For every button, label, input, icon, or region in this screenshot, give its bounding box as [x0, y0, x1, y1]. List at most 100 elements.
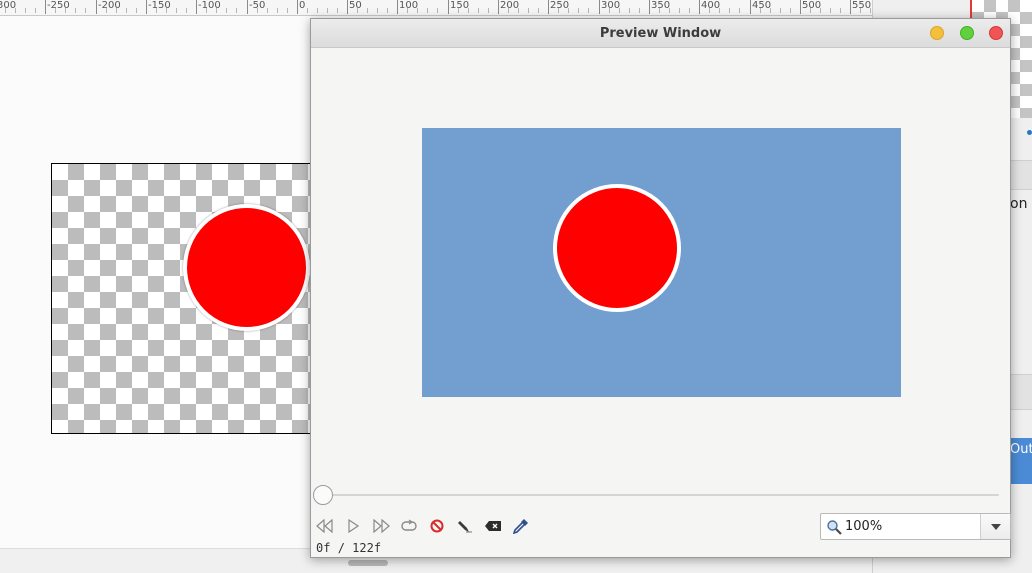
ruler-minor-tick	[25, 8, 26, 13]
panel-indicator-dot	[1027, 130, 1032, 135]
erase-icon[interactable]	[483, 517, 503, 535]
panel-header	[1010, 160, 1032, 190]
zoom-combobox[interactable]: 100%	[820, 513, 1011, 540]
ruler-minor-tick	[458, 8, 459, 13]
scrollbar-thumb[interactable]	[348, 560, 388, 566]
ruler-minor-tick	[116, 8, 117, 13]
fast-forward-icon[interactable]	[371, 517, 391, 535]
ruler-minor-tick	[669, 8, 670, 13]
ruler-minor-tick	[427, 8, 428, 13]
ruler-minor-tick	[417, 8, 418, 13]
ruler-minor-tick	[206, 8, 207, 13]
ruler-label: 50	[349, 0, 362, 11]
magnifier-icon	[827, 520, 842, 535]
canvas-circle-layer[interactable]	[183, 204, 310, 331]
ruler-minor-tick	[790, 8, 791, 13]
ruler-minor-tick	[840, 8, 841, 13]
ruler-minor-tick	[528, 8, 529, 13]
ruler-minor-tick	[770, 8, 771, 13]
play-icon[interactable]	[343, 517, 363, 535]
panel-partial-button[interactable]: Out	[1010, 438, 1032, 484]
ruler-minor-tick	[226, 8, 227, 13]
zoom-value: 100%	[845, 519, 883, 534]
ruler-minor-tick	[377, 8, 378, 13]
timeline-slider-handle[interactable]	[313, 485, 333, 505]
ruler-minor-tick	[468, 8, 469, 13]
ruler-minor-tick	[337, 8, 338, 13]
ruler-minor-tick	[659, 8, 660, 13]
ruler-minor-tick	[327, 8, 328, 13]
stop-icon[interactable]	[427, 517, 447, 535]
ruler-minor-tick	[55, 8, 56, 13]
chevron-down-icon[interactable]	[980, 514, 1010, 539]
ruler-minor-tick	[508, 8, 509, 13]
ruler-minor-tick	[729, 8, 730, 13]
horizontal-ruler: 300-250-200-150-100-50050100150200250300…	[0, 0, 872, 16]
ruler-minor-tick	[760, 8, 761, 13]
ruler-minor-tick	[639, 8, 640, 13]
color-picker-icon[interactable]	[511, 517, 531, 535]
ruler-minor-tick	[75, 8, 76, 13]
ruler-minor-tick	[629, 8, 630, 13]
ruler-minor-tick	[267, 8, 268, 13]
ruler-minor-tick	[176, 8, 177, 13]
ruler-minor-tick	[5, 8, 6, 13]
ruler-minor-tick	[820, 8, 821, 13]
ruler-minor-tick	[257, 8, 258, 13]
ruler-minor-tick	[357, 8, 358, 13]
ruler-minor-tick	[780, 8, 781, 13]
ruler-minor-tick	[407, 8, 408, 13]
pen-icon[interactable]	[455, 517, 475, 535]
ruler-minor-tick	[810, 8, 811, 13]
preview-window: Preview Window 0f / 122f 100%	[310, 18, 1011, 558]
ruler-minor-tick	[689, 8, 690, 13]
ruler-minor-tick	[277, 8, 278, 13]
ruler-label: 0	[299, 0, 306, 11]
ruler-minor-tick	[307, 8, 308, 13]
ruler-minor-tick	[619, 8, 620, 13]
frame-separator: /	[337, 541, 345, 555]
maximize-button[interactable]	[960, 26, 974, 40]
ruler-label: 300	[0, 0, 17, 11]
ruler-minor-tick	[437, 8, 438, 13]
ruler-minor-tick	[739, 8, 740, 13]
ruler-minor-tick	[860, 8, 861, 13]
ruler-minor-tick	[156, 8, 157, 13]
ruler-minor-tick	[85, 8, 86, 13]
ruler-minor-tick	[568, 8, 569, 13]
loop-icon[interactable]	[399, 517, 419, 535]
close-button[interactable]	[989, 26, 1003, 40]
ruler-minor-tick	[367, 8, 368, 13]
ruler-minor-tick	[15, 8, 16, 13]
frame-total: 122f	[352, 541, 382, 555]
preview-stage	[422, 128, 901, 397]
ruler-minor-tick	[186, 8, 187, 13]
panel-header-2	[1010, 374, 1032, 410]
frame-current: 0f	[316, 541, 331, 555]
panel-partial-label: on	[1010, 196, 1028, 212]
ruler-minor-tick	[387, 8, 388, 13]
ruler-minor-tick	[106, 8, 107, 13]
ruler-minor-tick	[136, 8, 137, 13]
ruler-minor-tick	[830, 8, 831, 13]
ruler-minor-tick	[35, 8, 36, 13]
ruler-minor-tick	[65, 8, 66, 13]
ruler-minor-tick	[488, 8, 489, 13]
ruler-minor-tick	[578, 8, 579, 13]
preview-circle	[553, 184, 681, 312]
ruler-minor-tick	[518, 8, 519, 13]
ruler-minor-tick	[287, 8, 288, 13]
ruler-minor-tick	[236, 8, 237, 13]
ruler-minor-tick	[609, 8, 610, 13]
ruler-minor-tick	[216, 8, 217, 13]
rewind-icon[interactable]	[315, 517, 335, 535]
ruler-minor-tick	[870, 8, 871, 13]
timeline-slider-track[interactable]	[323, 494, 999, 496]
ruler-minor-tick	[478, 8, 479, 13]
ruler-minor-tick	[558, 8, 559, 13]
window-titlebar[interactable]: Preview Window	[311, 19, 1010, 48]
ruler-minor-tick	[166, 8, 167, 13]
minimize-button[interactable]	[930, 26, 944, 40]
ruler-minor-tick	[719, 8, 720, 13]
ruler-minor-tick	[126, 8, 127, 13]
